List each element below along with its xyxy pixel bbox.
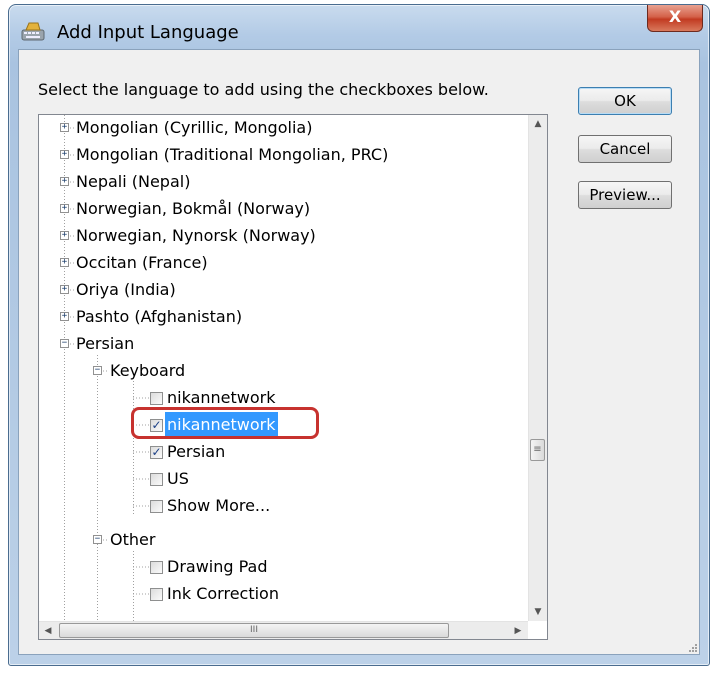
expand-icon[interactable]: +	[60, 285, 69, 294]
keyboard-label: Show More...	[167, 496, 271, 515]
expand-icon[interactable]: +	[60, 150, 69, 159]
expand-icon[interactable]: +	[60, 312, 69, 321]
keyboard-option[interactable]: US	[39, 466, 509, 492]
highlight-annotation	[131, 407, 319, 439]
cancel-button[interactable]: Cancel	[578, 135, 672, 163]
language-label: Norwegian, Nynorsk (Norway)	[76, 226, 316, 245]
tree-item-language[interactable]: + Pashto (Afghanistan)	[39, 304, 509, 330]
checkbox[interactable]	[150, 392, 163, 405]
tree-item-language[interactable]: + Occitan (France)	[39, 250, 509, 276]
other-option[interactable]: Drawing Pad	[39, 554, 509, 580]
language-label: Norwegian, Bokmål (Norway)	[76, 199, 311, 218]
language-label: Pashto (Afghanistan)	[76, 307, 243, 326]
collapse-icon[interactable]: −	[93, 535, 102, 544]
collapse-icon[interactable]: −	[93, 366, 102, 375]
tree-group-other[interactable]: − Other	[39, 527, 509, 553]
language-tree[interactable]: + Mongolian (Cyrillic, Mongolia) + Mongo…	[38, 114, 548, 640]
tree-item-persian[interactable]: − Persian	[39, 331, 509, 357]
vertical-scroll-thumb[interactable]: ≡	[530, 439, 545, 461]
expand-icon[interactable]: +	[60, 177, 69, 186]
expand-icon[interactable]: +	[60, 123, 69, 132]
expand-icon[interactable]: +	[60, 258, 69, 267]
horizontal-scrollbar[interactable]: ◀ III ▶	[39, 621, 528, 639]
close-button[interactable]: X	[647, 5, 703, 32]
grip-icon: III	[250, 625, 258, 635]
ok-button[interactable]: OK	[578, 87, 672, 115]
group-label: Keyboard	[110, 361, 186, 380]
tree-item-language[interactable]: + Norwegian, Nynorsk (Norway)	[39, 223, 509, 249]
checkbox[interactable]	[150, 500, 163, 513]
tree-item-language[interactable]: + Norwegian, Bokmål (Norway)	[39, 196, 509, 222]
keyboard-label: Persian	[167, 442, 226, 461]
checkbox-checked[interactable]: ✓	[150, 446, 163, 459]
keyboard-option[interactable]: ✓ Persian	[39, 439, 509, 465]
checkbox[interactable]	[150, 561, 163, 574]
tree-item-language[interactable]: + Oriya (India)	[39, 277, 509, 303]
expand-icon[interactable]: +	[60, 204, 69, 213]
group-label: Other	[110, 530, 156, 549]
language-label: Persian	[76, 334, 135, 353]
tree-group-keyboard[interactable]: − Keyboard	[39, 358, 509, 384]
language-label: Oriya (India)	[76, 280, 176, 299]
language-label: Mongolian (Cyrillic, Mongolia)	[76, 118, 313, 137]
language-label: Nepali (Nepal)	[76, 172, 191, 191]
tree-item-language[interactable]: + Mongolian (Traditional Mongolian, PRC)	[39, 142, 509, 168]
resize-grip-icon[interactable]	[687, 642, 697, 652]
keyboard-option[interactable]: Show More...	[39, 493, 509, 519]
instruction-text: Select the language to add using the che…	[38, 80, 489, 99]
collapse-icon[interactable]: −	[60, 339, 69, 348]
expand-icon[interactable]: +	[60, 231, 69, 240]
language-label: Occitan (France)	[76, 253, 208, 272]
scroll-right-icon[interactable]: ▶	[509, 622, 527, 639]
checkbox[interactable]	[150, 473, 163, 486]
tree-item-language[interactable]: + Mongolian (Cyrillic, Mongolia)	[39, 115, 509, 141]
add-input-language-dialog: Add Input Language X Select the language…	[8, 4, 710, 666]
tree-item-language[interactable]: + Nepali (Nepal)	[39, 169, 509, 195]
other-option[interactable]: Ink Correction	[39, 581, 509, 607]
other-label: Drawing Pad	[167, 557, 268, 576]
keyboard-icon	[21, 22, 45, 41]
checkbox[interactable]	[150, 588, 163, 601]
vertical-scrollbar[interactable]: ▲ ≡ ▼	[528, 115, 547, 621]
other-label: Ink Correction	[167, 584, 279, 603]
preview-button[interactable]: Preview...	[578, 181, 672, 209]
scroll-left-icon[interactable]: ◀	[39, 622, 57, 639]
scroll-down-icon[interactable]: ▼	[529, 603, 547, 621]
language-label: Mongolian (Traditional Mongolian, PRC)	[76, 145, 389, 164]
keyboard-label: US	[167, 469, 189, 488]
grip-icon: ≡	[533, 444, 542, 455]
dialog-body: Select the language to add using the che…	[18, 49, 700, 655]
window-title: Add Input Language	[57, 22, 239, 43]
horizontal-scroll-thumb[interactable]: III	[59, 623, 449, 638]
scroll-up-icon[interactable]: ▲	[529, 115, 547, 133]
